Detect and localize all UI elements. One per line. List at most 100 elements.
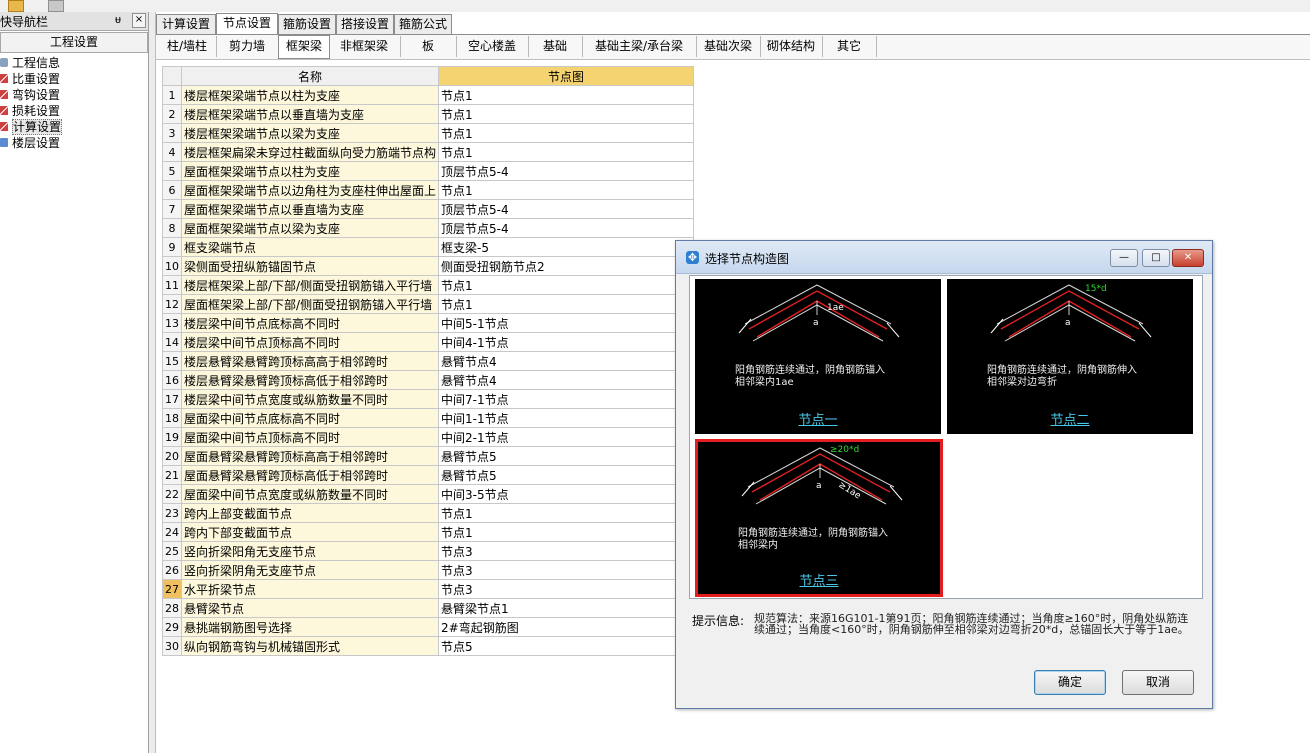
row-number[interactable]: 15 <box>162 351 182 371</box>
table-row[interactable]: 4 楼层框架扁梁未穿过柱截面纵向受力筋端节点构 节点1 <box>162 142 695 162</box>
table-row[interactable]: 2 楼层框架梁端节点以垂直墙为支座 节点1 <box>162 104 695 124</box>
nav-item[interactable]: 楼层设置 <box>0 135 146 151</box>
row-node-value[interactable]: 节点1 <box>438 275 695 295</box>
tab[interactable]: 箍筋公式 <box>394 14 452 34</box>
row-node-value[interactable]: 侧面受扭钢筋节点2 <box>438 256 695 276</box>
table-row[interactable]: 26 竖向折梁阴角无支座节点 节点3 <box>162 560 695 580</box>
nav-item[interactable]: 损耗设置 <box>0 103 146 119</box>
node-option-label[interactable]: 节点三 <box>698 570 940 589</box>
row-number[interactable]: 25 <box>162 541 182 561</box>
table-row[interactable]: 25 竖向折梁阳角无支座节点 节点3 <box>162 541 695 561</box>
table-row[interactable]: 8 屋面框架梁端节点以梁为支座 顶层节点5-4 <box>162 218 695 238</box>
table-row[interactable]: 21 屋面悬臂梁悬臂跨顶标高低于相邻跨时 悬臂节点5 <box>162 465 695 485</box>
table-row[interactable]: 27 水平折梁节点 节点3 <box>162 579 695 599</box>
tab[interactable]: 节点设置 <box>216 13 278 35</box>
row-number[interactable]: 1 <box>162 85 182 105</box>
table-row[interactable]: 5 屋面框架梁端节点以柱为支座 顶层节点5-4 <box>162 161 695 181</box>
row-number[interactable]: 22 <box>162 484 182 504</box>
table-row[interactable]: 23 跨内上部变截面节点 节点1 <box>162 503 695 523</box>
row-node-value[interactable]: 节点1 <box>438 123 695 143</box>
subtab[interactable]: 柱/墙柱 <box>158 36 217 57</box>
row-number[interactable]: 4 <box>162 142 182 162</box>
row-number[interactable]: 29 <box>162 617 182 637</box>
nav-section-header[interactable]: 工程设置 <box>0 32 148 53</box>
table-row[interactable]: 14 楼层梁中间节点顶标高不同时 中间4-1节点 <box>162 332 695 352</box>
row-node-value[interactable]: 悬臂节点5 <box>438 465 695 485</box>
table-row[interactable]: 1 楼层框架梁端节点以柱为支座 节点1 <box>162 85 695 105</box>
row-node-value[interactable]: 节点1 <box>438 294 695 314</box>
table-row[interactable]: 6 屋面框架梁端节点以边角柱为支座柱伸出屋面上 节点1 <box>162 180 695 200</box>
row-node-value[interactable]: 节点3 <box>438 579 695 599</box>
row-node-value[interactable]: 节点1 <box>438 85 695 105</box>
row-node-value[interactable]: 节点1 <box>438 180 695 200</box>
row-node-value[interactable]: 顶层节点5-4 <box>438 161 695 181</box>
row-number[interactable]: 24 <box>162 522 182 542</box>
table-row[interactable]: 13 楼层梁中间节点底标高不同时 中间5-1节点 <box>162 313 695 333</box>
table-row[interactable]: 30 纵向钢筋弯钩与机械锚固形式 节点5 <box>162 636 695 656</box>
table-row[interactable]: 22 屋面梁中间节点宽度或纵筋数量不同时 中间3-5节点 <box>162 484 695 504</box>
row-number[interactable]: 2 <box>162 104 182 124</box>
subtab[interactable]: 非框架梁 <box>328 36 401 57</box>
header-name[interactable]: 名称 <box>180 66 440 86</box>
row-number[interactable]: 16 <box>162 370 182 390</box>
row-number[interactable]: 9 <box>162 237 182 257</box>
row-node-value[interactable]: 节点3 <box>438 560 695 580</box>
table-row[interactable]: 19 屋面梁中间节点顶标高不同时 中间2-1节点 <box>162 427 695 447</box>
row-number[interactable]: 7 <box>162 199 182 219</box>
row-number[interactable]: 3 <box>162 123 182 143</box>
tab[interactable]: 箍筋设置 <box>278 14 336 34</box>
row-number[interactable]: 23 <box>162 503 182 523</box>
row-node-value[interactable]: 节点1 <box>438 522 695 542</box>
row-node-value[interactable]: 节点3 <box>438 541 695 561</box>
nav-item[interactable]: 弯钩设置 <box>0 87 146 103</box>
subtab[interactable]: 板 <box>400 36 457 57</box>
row-number[interactable]: 14 <box>162 332 182 352</box>
tab[interactable]: 搭接设置 <box>336 14 394 34</box>
subtab[interactable]: 剪力墙 <box>216 36 279 57</box>
row-node-value[interactable]: 顶层节点5-4 <box>438 199 695 219</box>
table-row[interactable]: 28 悬臂梁节点 悬臂梁节点1 <box>162 598 695 618</box>
table-row[interactable]: 16 楼层悬臂梁悬臂跨顶标高低于相邻跨时 悬臂节点4 <box>162 370 695 390</box>
maximize-button[interactable]: □ <box>1142 249 1170 267</box>
row-node-value[interactable]: 顶层节点5-4 <box>438 218 695 238</box>
row-node-value[interactable]: 中间3-5节点 <box>438 484 695 504</box>
row-node-value[interactable]: 节点1 <box>438 142 695 162</box>
row-number[interactable]: 8 <box>162 218 182 238</box>
nav-item[interactable]: 计算设置 <box>0 119 146 135</box>
table-row[interactable]: 12 屋面框架梁上部/下部/侧面受扭钢筋锚入平行墙 节点1 <box>162 294 695 314</box>
table-row[interactable]: 11 楼层框架梁上部/下部/侧面受扭钢筋锚入平行墙 节点1 <box>162 275 695 295</box>
table-row[interactable]: 17 楼层梁中间节点宽度或纵筋数量不同时 中间7-1节点 <box>162 389 695 409</box>
ok-button[interactable]: 确定 <box>1034 670 1106 695</box>
row-node-value[interactable]: 悬臂节点4 <box>438 351 695 371</box>
table-row[interactable]: 10 梁侧面受扭纵筋锚固节点 侧面受扭钢筋节点2 <box>162 256 695 276</box>
row-number[interactable]: 30 <box>162 636 182 656</box>
node-option-card[interactable]: a 1ae 阳角钢筋连续通过，阴角钢筋锚入 相邻梁内1ae 节点一 <box>695 279 941 434</box>
row-node-value[interactable]: 悬臂节点4 <box>438 370 695 390</box>
table-row[interactable]: 3 楼层框架梁端节点以梁为支座 节点1 <box>162 123 695 143</box>
subtab[interactable]: 基础主梁/承台梁 <box>582 36 697 57</box>
subtab[interactable]: 框架梁 <box>278 35 330 59</box>
row-number[interactable]: 20 <box>162 446 182 466</box>
subtab[interactable]: 砌体结构 <box>760 36 823 57</box>
table-row[interactable]: 15 楼层悬臂梁悬臂跨顶标高高于相邻跨时 悬臂节点4 <box>162 351 695 371</box>
node-option-card[interactable]: a 15*d 阳角钢筋连续通过，阴角钢筋伸入 相邻梁对边弯折 节点二 <box>947 279 1193 434</box>
row-number[interactable]: 11 <box>162 275 182 295</box>
row-number[interactable]: 18 <box>162 408 182 428</box>
row-node-value[interactable]: 中间5-1节点 <box>438 313 695 333</box>
row-node-value[interactable]: 框支梁-5 <box>438 237 695 257</box>
node-option-card[interactable]: a ≥20*d ≥1ae 阳角钢筋连续通过，阴角钢筋锚入 相邻梁内 节点三 <box>695 439 943 597</box>
row-node-value[interactable]: 中间7-1节点 <box>438 389 695 409</box>
subtab[interactable]: 其它 <box>822 36 877 57</box>
row-number[interactable]: 12 <box>162 294 182 314</box>
header-node[interactable]: 节点图 <box>438 66 695 86</box>
folder-icon[interactable] <box>8 0 24 12</box>
nav-close-button[interactable]: × <box>132 13 146 28</box>
table-row[interactable]: 24 跨内下部变截面节点 节点1 <box>162 522 695 542</box>
row-number[interactable]: 19 <box>162 427 182 447</box>
nav-item[interactable]: 工程信息 <box>0 55 146 71</box>
row-node-value[interactable]: 2#弯起钢筋图 <box>438 617 695 637</box>
node-option-label[interactable]: 节点二 <box>947 409 1193 428</box>
table-row[interactable]: 18 屋面梁中间节点底标高不同时 中间1-1节点 <box>162 408 695 428</box>
row-node-value[interactable]: 节点1 <box>438 104 695 124</box>
row-node-value[interactable]: 中间4-1节点 <box>438 332 695 352</box>
